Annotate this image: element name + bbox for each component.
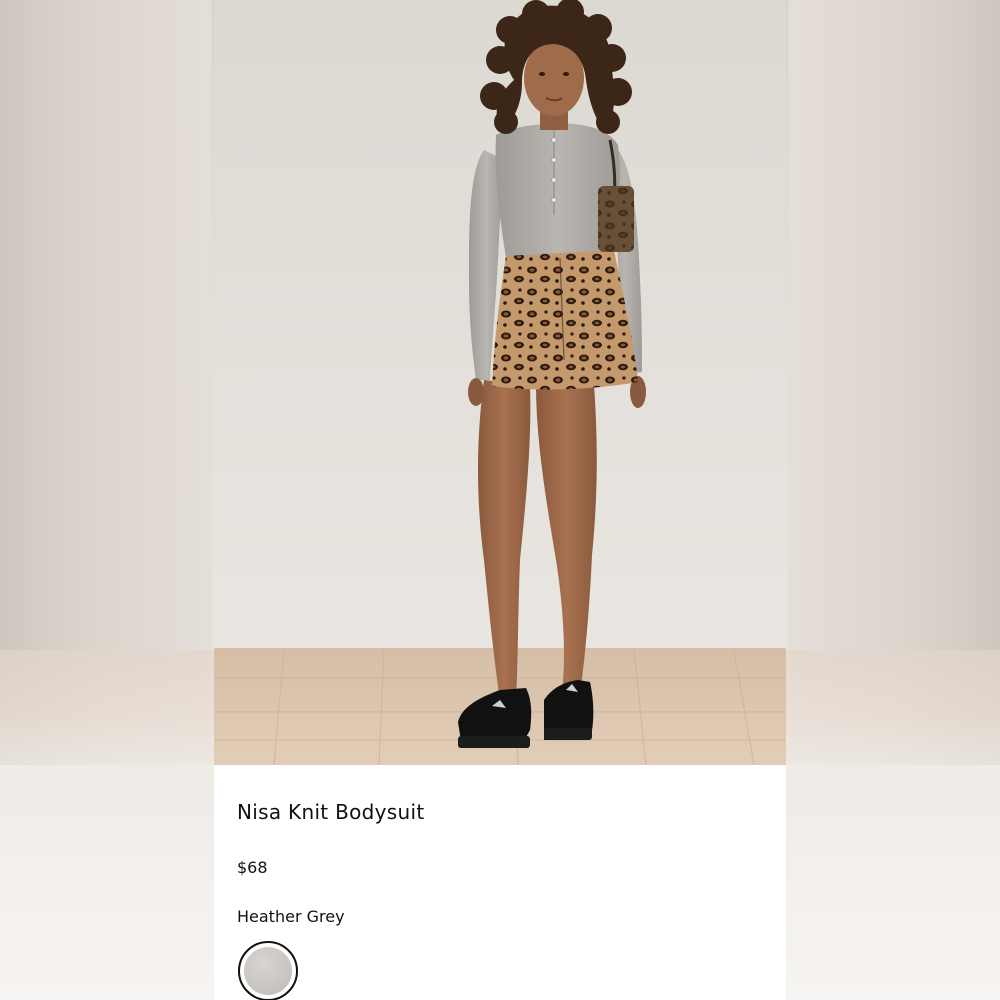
- product-card: Nisa Knit Bodysuit $68 Heather Grey: [214, 0, 786, 1000]
- model-illustration: [214, 0, 786, 765]
- product-price: $68: [237, 858, 268, 877]
- product-photo[interactable]: [214, 0, 786, 765]
- selected-color-label: Heather Grey: [237, 907, 345, 926]
- swatch-color-fill: [244, 947, 292, 995]
- product-title: Nisa Knit Bodysuit: [237, 800, 425, 824]
- color-swatch-heather-grey[interactable]: [238, 941, 298, 1000]
